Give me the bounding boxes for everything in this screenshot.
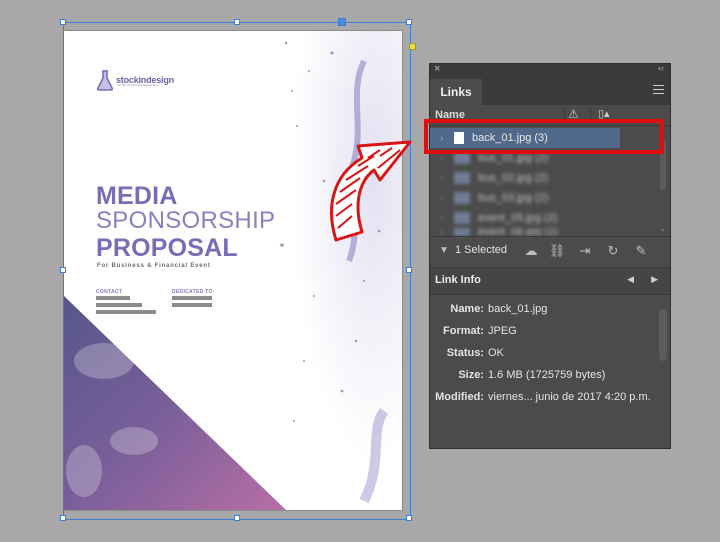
collapse-icon[interactable]: ‹‹ bbox=[658, 63, 664, 73]
image-thumbnail bbox=[454, 212, 470, 224]
dedicated-placeholder-bar bbox=[172, 303, 212, 307]
panel-title-bar[interactable]: × ‹‹ bbox=[430, 63, 670, 77]
info-modified-value: viernes... junio de 2017 4:20 p.m. bbox=[488, 391, 651, 403]
tab-links[interactable]: Links bbox=[430, 79, 482, 105]
relink-icon[interactable]: ⛓ bbox=[548, 242, 566, 260]
resize-handle-middle-left[interactable] bbox=[60, 267, 66, 273]
image-thumbnail bbox=[454, 192, 470, 204]
info-status-value: OK bbox=[488, 347, 504, 359]
panel-tab-row: Links bbox=[430, 77, 670, 105]
link-name: bus_03.jpg (2) bbox=[478, 192, 549, 204]
links-toolbar: ▼ 1 Selected ☁ ⛓ ⇥ ↻ ✎ bbox=[430, 236, 670, 267]
list-item[interactable]: › event_05.jpg (2) bbox=[430, 208, 658, 228]
list-item[interactable]: › bus_03.jpg (2) bbox=[430, 188, 658, 208]
link-name: event_05.jpg (2) bbox=[478, 212, 558, 224]
chevron-right-icon[interactable]: › bbox=[440, 193, 450, 204]
info-size-value: 1.6 MB (1725759 bytes) bbox=[488, 369, 606, 381]
reference-point-handle[interactable] bbox=[338, 18, 346, 26]
previous-link-icon[interactable]: ◀ bbox=[627, 274, 634, 285]
flask-icon bbox=[96, 70, 114, 91]
document-page[interactable]: stockindesign You Get of Principle Resou… bbox=[64, 31, 402, 510]
info-scrollbar-thumb[interactable] bbox=[659, 309, 667, 361]
scroll-down-icon[interactable]: ⌄ bbox=[659, 224, 666, 233]
resize-handle-middle-right[interactable] bbox=[406, 267, 412, 273]
disclosure-triangle-icon[interactable]: ▼ bbox=[439, 245, 449, 256]
contact-placeholder-bar bbox=[96, 303, 142, 307]
dedicated-label: DEDICATED TO: bbox=[172, 289, 215, 295]
chevron-right-icon[interactable]: › bbox=[440, 153, 450, 164]
title-line-3: PROPOSAL bbox=[96, 234, 238, 262]
brand-logo: stockindesign bbox=[96, 69, 174, 91]
close-icon[interactable]: × bbox=[434, 63, 440, 75]
resize-handle-bottom-right[interactable] bbox=[406, 515, 412, 521]
info-size-key: Size: bbox=[458, 369, 484, 381]
image-thumbnail bbox=[454, 228, 470, 236]
selected-count: 1 Selected bbox=[455, 244, 507, 256]
next-link-icon[interactable]: ▶ bbox=[651, 274, 658, 285]
logo-tagline: You Get of Principle Resources bbox=[116, 83, 158, 87]
link-info-title: Link Info bbox=[435, 274, 481, 286]
resize-handle-top-center[interactable] bbox=[234, 19, 240, 25]
dedicated-placeholder-bar bbox=[172, 296, 212, 300]
info-format-key: Format: bbox=[443, 325, 484, 337]
info-status-key: Status: bbox=[446, 347, 484, 359]
arrow-annotation-icon bbox=[330, 140, 412, 242]
resize-handle-bottom-center[interactable] bbox=[234, 515, 240, 521]
info-format-value: JPEG bbox=[488, 325, 517, 337]
info-name-value: back_01.jpg bbox=[488, 303, 548, 315]
info-name-key: Name: bbox=[450, 303, 484, 315]
list-item[interactable]: › event_06.jpg (2) bbox=[430, 228, 658, 236]
link-info-header[interactable]: Link Info ◀ ▶ bbox=[430, 267, 670, 295]
title-line-2: SPONSORSHIP bbox=[96, 207, 276, 234]
list-item[interactable]: › bus_02.jpg (2) bbox=[430, 168, 658, 188]
update-link-icon[interactable]: ↻ bbox=[604, 242, 622, 260]
info-modified-key: Modified: bbox=[435, 391, 484, 403]
subtitle: For Business & Financial Event bbox=[97, 263, 211, 269]
link-info-body: Name: back_01.jpg Format: JPEG Status: O… bbox=[430, 295, 670, 415]
resize-handle-top-left[interactable] bbox=[60, 19, 66, 25]
corner-options-handle[interactable] bbox=[409, 43, 416, 50]
resize-handle-bottom-left[interactable] bbox=[60, 515, 66, 521]
contact-placeholder-bar bbox=[96, 310, 156, 314]
chevron-right-icon[interactable]: › bbox=[440, 173, 450, 184]
chevron-right-icon[interactable]: › bbox=[440, 213, 450, 224]
highlight-box bbox=[424, 119, 664, 154]
contact-label: CONTACT bbox=[96, 289, 123, 295]
go-to-link-icon[interactable]: ⇥ bbox=[576, 242, 594, 260]
chevron-right-icon[interactable]: › bbox=[440, 228, 450, 236]
edit-original-icon[interactable]: ✎ bbox=[632, 242, 650, 260]
title-line-1: MEDIA bbox=[96, 182, 178, 210]
cloud-link-icon[interactable]: ☁ bbox=[522, 242, 540, 260]
link-name: event_06.jpg (2) bbox=[478, 228, 558, 236]
link-name: bus_02.jpg (2) bbox=[478, 172, 549, 184]
contact-placeholder-bar bbox=[96, 296, 130, 300]
page-artwork bbox=[64, 31, 402, 510]
panel-menu-icon[interactable] bbox=[653, 85, 664, 94]
resize-handle-top-right[interactable] bbox=[406, 19, 412, 25]
image-thumbnail bbox=[454, 172, 470, 184]
